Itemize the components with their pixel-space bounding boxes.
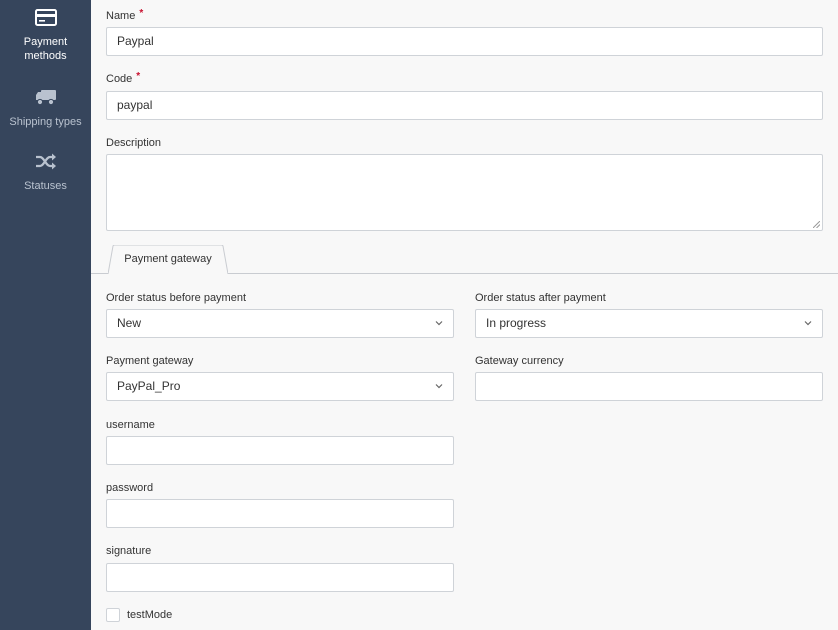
status-before-value: New xyxy=(117,316,142,330)
status-after-select[interactable]: In progress xyxy=(475,309,823,338)
code-input[interactable]: paypal xyxy=(106,91,823,120)
signature-input[interactable] xyxy=(106,563,454,592)
sidebar: Payment methods Shipping types Statuses xyxy=(0,0,91,630)
chevron-down-icon xyxy=(435,321,443,326)
chevron-down-icon xyxy=(435,384,443,389)
sidebar-item-label: Shipping types xyxy=(9,116,82,128)
required-mark: * xyxy=(139,8,144,19)
chevron-down-icon xyxy=(804,321,812,326)
status-before-label: Order status before payment xyxy=(106,292,247,304)
status-before-select[interactable]: New xyxy=(106,309,454,338)
code-label-text: Code xyxy=(106,73,133,85)
status-after-value: In progress xyxy=(486,316,547,330)
password-label: password xyxy=(106,482,154,494)
tab-label: Payment gateway xyxy=(124,253,212,265)
gateway-currency-input[interactable] xyxy=(475,372,823,401)
password-input[interactable] xyxy=(106,499,454,528)
test-mode-label[interactable]: testMode xyxy=(127,609,172,621)
sidebar-item-payment-methods[interactable]: Payment methods xyxy=(0,9,91,63)
sidebar-item-shipping-types[interactable]: Shipping types xyxy=(0,89,91,129)
shuffle-icon xyxy=(0,153,91,174)
code-label: Code * xyxy=(106,71,141,85)
username-input[interactable] xyxy=(106,436,454,465)
truck-icon xyxy=(0,89,91,110)
description-label: Description xyxy=(106,137,162,149)
tab-payment-gateway[interactable]: Payment gateway xyxy=(108,245,228,274)
sidebar-item-label: methods xyxy=(24,50,67,62)
signature-label: signature xyxy=(106,545,152,557)
sidebar-item-label: Payment xyxy=(23,36,68,48)
sidebar-item-statuses[interactable]: Statuses xyxy=(0,153,91,193)
required-mark: * xyxy=(136,71,141,82)
description-textarea[interactable] xyxy=(106,154,823,231)
payment-gateway-value: PayPal_Pro xyxy=(117,379,181,393)
username-label: username xyxy=(106,419,155,431)
test-mode-checkbox[interactable] xyxy=(106,608,120,622)
gateway-currency-label: Gateway currency xyxy=(475,355,564,367)
payment-gateway-select[interactable]: PayPal_Pro xyxy=(106,372,454,401)
status-after-label: Order status after payment xyxy=(475,292,606,304)
credit-card-icon xyxy=(0,9,91,30)
resize-grip-icon[interactable] xyxy=(813,221,820,228)
name-input[interactable]: Paypal xyxy=(106,27,823,56)
sidebar-item-label: Statuses xyxy=(24,180,67,192)
name-label-text: Name xyxy=(106,10,136,22)
payment-gateway-label: Payment gateway xyxy=(106,355,194,367)
name-label: Name * xyxy=(106,8,144,22)
main-panel: Name * Paypal Code * paypal Description Pa… xyxy=(91,0,838,630)
